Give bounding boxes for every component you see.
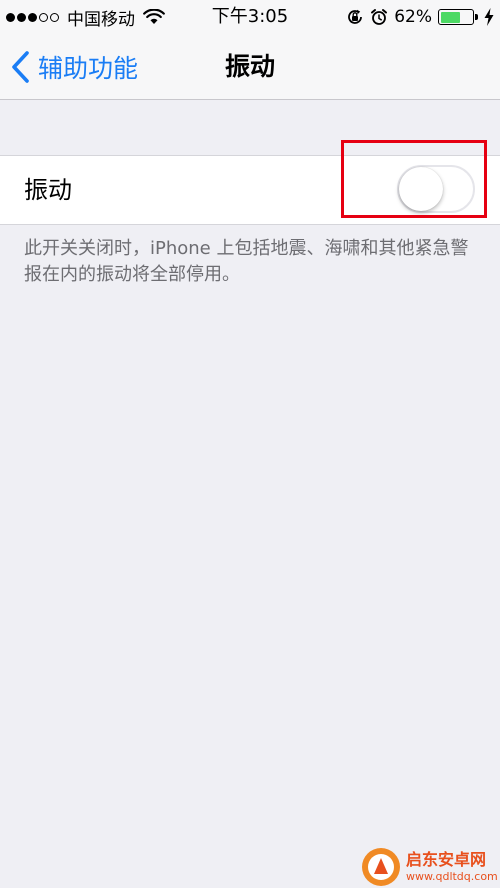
rotation-lock-icon: [348, 9, 363, 24]
navigation-bar: 辅助功能 振动: [0, 34, 500, 100]
charging-bolt-icon: [484, 8, 494, 26]
chevron-left-icon: [12, 51, 29, 83]
battery-percentage: 62%: [394, 7, 432, 27]
battery-icon: [438, 9, 474, 25]
battery-tip: [475, 14, 478, 20]
vibration-row-label: 振动: [24, 176, 72, 204]
watermark: 启东安卓网 www.qdltdq.com: [360, 846, 500, 888]
alarm-icon: [371, 9, 388, 25]
back-button[interactable]: 辅助功能: [10, 48, 138, 86]
back-button-label: 辅助功能: [38, 54, 139, 83]
status-right: 62%: [346, 5, 494, 29]
watermark-url: www.qdltdq.com: [406, 870, 498, 883]
watermark-text: 启东安卓网 www.qdltdq.com: [406, 850, 498, 884]
status-bar: 中国移动 下午3:05 62%: [0, 0, 500, 34]
battery-level: [440, 11, 460, 23]
toggle-knob: [399, 167, 443, 211]
watermark-title: 启东安卓网: [406, 850, 487, 869]
vibration-toggle[interactable]: [397, 165, 475, 213]
watermark-logo-icon: [362, 848, 400, 886]
vibration-footer-description: 此开关关闭时，iPhone 上包括地震、海啸和其他紧急警报在内的振动将全部停用。: [24, 238, 469, 285]
